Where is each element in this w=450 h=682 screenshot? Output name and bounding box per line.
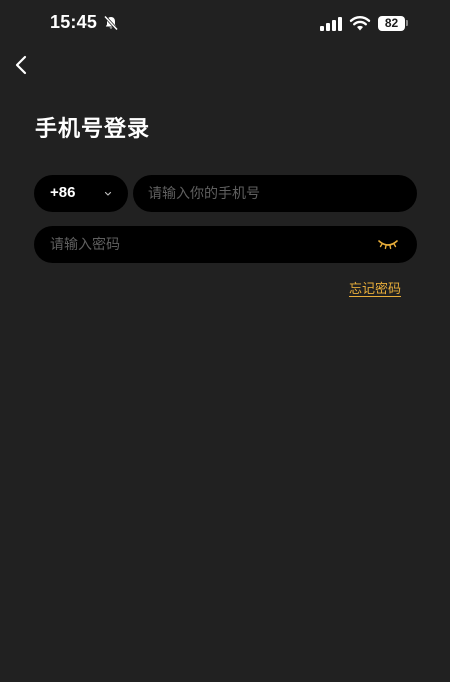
password-input[interactable] [50, 226, 370, 263]
chevron-left-icon [15, 55, 27, 75]
battery-icon: 82 [378, 16, 405, 31]
eye-closed-icon[interactable] [377, 237, 399, 251]
forgot-password-link[interactable]: 忘记密码 [349, 278, 401, 297]
battery-level: 82 [384, 16, 399, 30]
back-button[interactable] [8, 50, 38, 80]
phone-input[interactable] [148, 175, 403, 212]
password-input-container [34, 226, 417, 263]
login-screen: 15:45 82 手机号登录 +86 请输入你的手机号 忘记密码 [0, 0, 450, 682]
phone-input-container [133, 175, 417, 212]
page-title: 手机号登录 [35, 117, 151, 142]
chevron-down-icon [104, 191, 112, 196]
bell-slash-icon [103, 15, 119, 31]
battery-tip [406, 20, 408, 26]
country-code-value: +86 [50, 184, 76, 201]
wifi-icon [349, 16, 371, 31]
cellular-signal-icon [320, 17, 342, 31]
country-code-selector[interactable]: +86 [34, 175, 128, 212]
status-bar: 15:45 82 [0, 0, 450, 48]
status-time: 15:45 [50, 12, 98, 32]
